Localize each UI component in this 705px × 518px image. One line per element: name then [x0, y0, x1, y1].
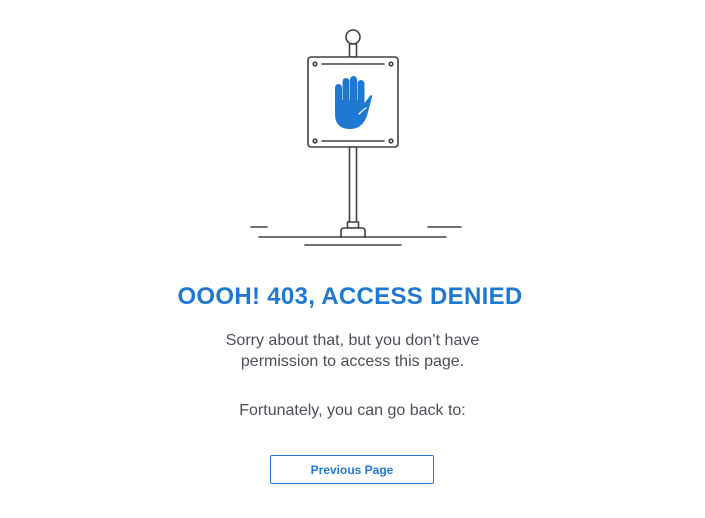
- fallback-text: Fortunately, you can go back to:: [239, 402, 466, 419]
- stop-sign-illustration: [250, 29, 462, 246]
- error-message-line-2: permission to access this page.: [240, 353, 465, 370]
- error-message-line-1: Sorry about that, but you don’t have: [225, 332, 480, 349]
- pole: [348, 146, 358, 224]
- error-page: OOOH! 403, ACCESS DENIED Sorry about tha…: [0, 0, 705, 518]
- previous-page-button[interactable]: Previous Page: [270, 455, 434, 484]
- pole-base: [340, 227, 366, 238]
- pole-knob: [345, 29, 361, 45]
- pole-neck: [348, 43, 358, 58]
- error-title: OOOH! 403, ACCESS DENIED: [177, 283, 523, 310]
